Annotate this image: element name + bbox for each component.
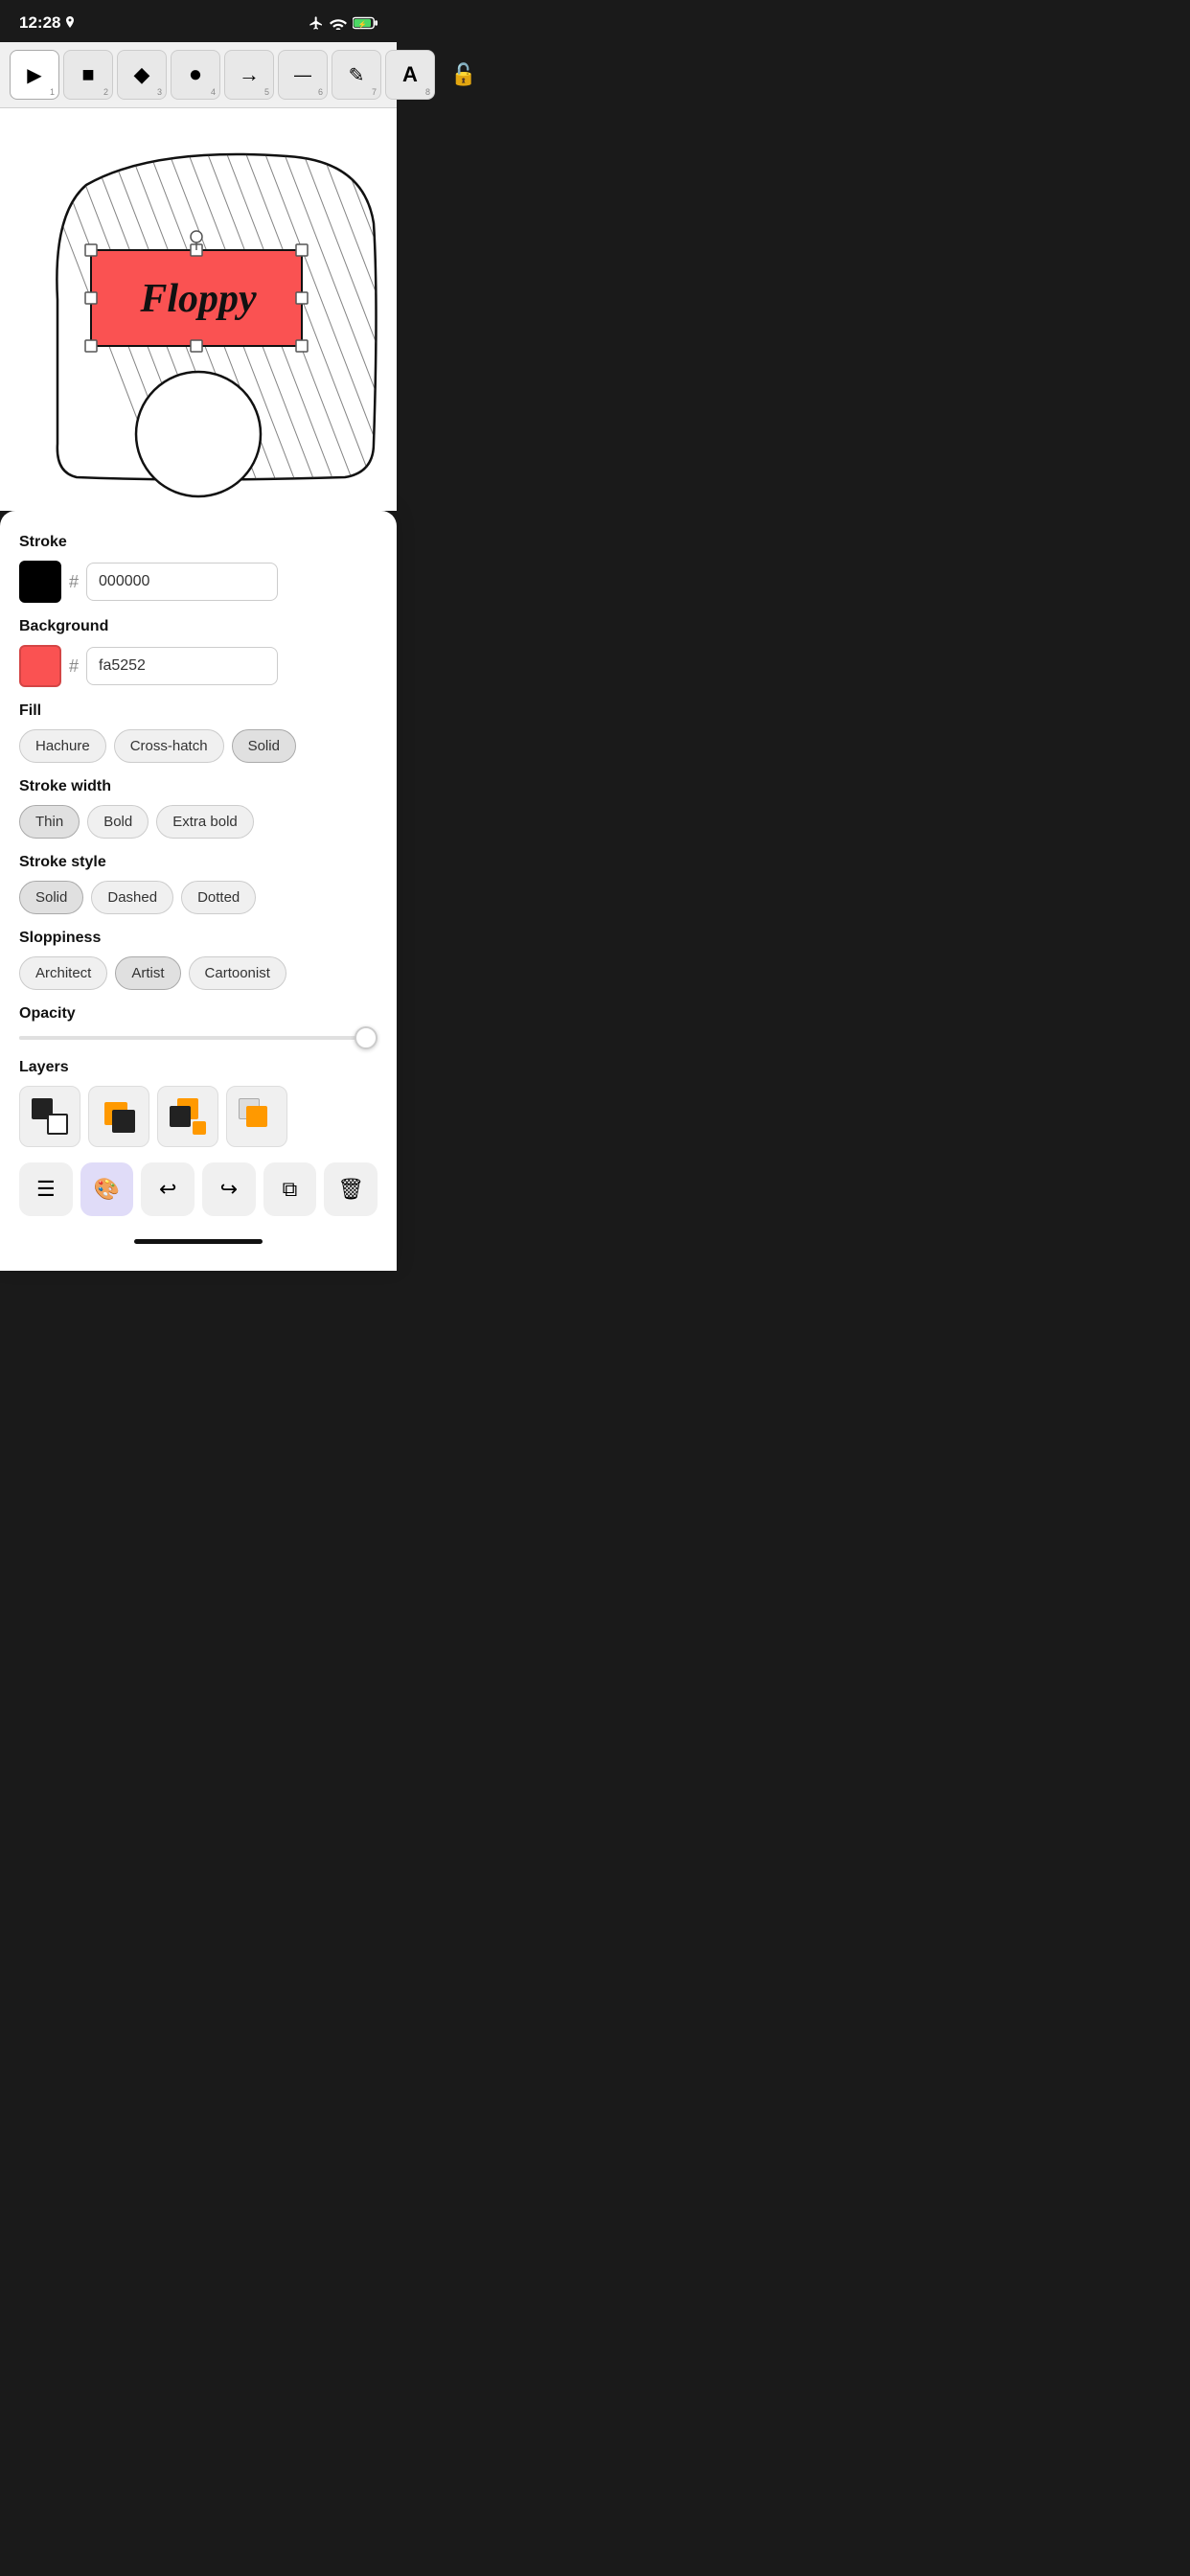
layer-2-icon: [101, 1098, 137, 1135]
svg-text:Floppy: Floppy: [139, 277, 257, 321]
fill-solid[interactable]: Solid: [232, 729, 296, 763]
sloppiness-architect[interactable]: Architect: [19, 956, 107, 990]
status-time: 12:28: [19, 13, 76, 33]
layer-1[interactable]: [19, 1086, 80, 1147]
sloppiness-options: Architect Artist Cartoonist: [19, 956, 378, 990]
stroke-color-input[interactable]: [86, 563, 278, 601]
redo-button[interactable]: ↪: [202, 1162, 256, 1216]
home-bar: [134, 1239, 263, 1244]
diamond-icon: ◆: [134, 62, 150, 87]
stroke-dashed[interactable]: Dashed: [91, 881, 173, 914]
background-hash: #: [69, 656, 79, 677]
line-icon: —: [294, 65, 311, 85]
tool-num-3: 3: [157, 87, 162, 97]
sloppiness-cartoonist[interactable]: Cartoonist: [189, 956, 286, 990]
layers-label: Layers: [19, 1059, 378, 1076]
tool-diamond[interactable]: ◆ 3: [117, 50, 167, 100]
stroke-width-label: Stroke width: [19, 778, 378, 795]
wifi-icon: [330, 16, 347, 30]
layer-1-icon: [32, 1098, 68, 1135]
sloppiness-artist[interactable]: Artist: [115, 956, 180, 990]
layer-4[interactable]: [226, 1086, 287, 1147]
layer-2[interactable]: [88, 1086, 149, 1147]
stroke-dotted[interactable]: Dotted: [181, 881, 256, 914]
duplicate-button[interactable]: ⧉: [263, 1162, 317, 1216]
layer-3[interactable]: [157, 1086, 218, 1147]
tool-num-4: 4: [211, 87, 216, 97]
background-color-input[interactable]: [86, 647, 278, 685]
tool-pen[interactable]: ✎ 7: [332, 50, 381, 100]
select-icon: ▶: [27, 63, 41, 87]
svg-text:⚡: ⚡: [358, 20, 367, 29]
stroke-color-row: #: [19, 561, 378, 603]
properties-panel: Stroke # Background # Fill Hachure Cross…: [0, 511, 397, 1271]
toolbar: ▶ 1 ■ 2 ◆ 3 ● 4 → 5 — 6 ✎ 7 A 8 🔓: [0, 42, 397, 108]
tool-num-2: 2: [103, 87, 108, 97]
location-icon: [64, 16, 76, 30]
text-icon: A: [402, 62, 418, 87]
background-label: Background: [19, 618, 378, 635]
tool-num-6: 6: [318, 87, 323, 97]
tool-select[interactable]: ▶ 1: [10, 50, 59, 100]
tool-num-8: 8: [425, 87, 430, 97]
tool-num-7: 7: [372, 87, 377, 97]
ellipse-icon: ●: [189, 61, 203, 88]
lock-icon: 🔓: [450, 62, 476, 87]
time-display: 12:28: [19, 13, 60, 33]
status-icons: ⚡: [309, 15, 378, 31]
tool-line[interactable]: — 6: [278, 50, 328, 100]
tool-ellipse[interactable]: ● 4: [171, 50, 220, 100]
sloppiness-label: Sloppiness: [19, 930, 378, 947]
action-bar: ☰ 🎨 ↩ ↪ ⧉ 🗑: [19, 1162, 378, 1216]
arrow-icon: →: [239, 62, 260, 87]
stroke-style-label: Stroke style: [19, 854, 378, 871]
canvas-svg: Floppy: [0, 108, 397, 511]
fill-crosshatch[interactable]: Cross-hatch: [114, 729, 224, 763]
fill-hachure[interactable]: Hachure: [19, 729, 106, 763]
layers-row: [19, 1086, 378, 1147]
layer-3-icon: [170, 1098, 206, 1135]
fill-options: Hachure Cross-hatch Solid: [19, 729, 378, 763]
stroke-bold[interactable]: Bold: [87, 805, 149, 839]
palette-button[interactable]: 🎨: [80, 1162, 134, 1216]
rect-icon: ■: [81, 62, 94, 87]
stroke-label: Stroke: [19, 534, 378, 551]
stroke-width-options: Thin Bold Extra bold: [19, 805, 378, 839]
tool-rect[interactable]: ■ 2: [63, 50, 113, 100]
stroke-hash: #: [69, 572, 79, 592]
tool-lock[interactable]: 🔓: [439, 50, 489, 100]
hamburger-button[interactable]: ☰: [19, 1162, 73, 1216]
stroke-extra-bold[interactable]: Extra bold: [156, 805, 254, 839]
canvas-area[interactable]: Floppy: [0, 108, 397, 511]
opacity-slider-container: [19, 1032, 378, 1040]
undo-button[interactable]: ↩: [141, 1162, 195, 1216]
tool-num-1: 1: [50, 87, 55, 97]
background-color-row: #: [19, 645, 378, 687]
opacity-slider[interactable]: [19, 1036, 378, 1040]
stroke-style-options: Solid Dashed Dotted: [19, 881, 378, 914]
tool-arrow[interactable]: → 5: [224, 50, 274, 100]
tool-num-5: 5: [264, 87, 269, 97]
fill-label: Fill: [19, 702, 378, 720]
stroke-thin[interactable]: Thin: [19, 805, 80, 839]
stroke-solid[interactable]: Solid: [19, 881, 83, 914]
home-indicator: [19, 1231, 378, 1252]
opacity-label: Opacity: [19, 1005, 378, 1023]
layer-4-icon: [239, 1098, 275, 1135]
battery-icon: ⚡: [353, 16, 378, 30]
stroke-color-swatch[interactable]: [19, 561, 61, 603]
status-bar: 12:28 ⚡: [0, 0, 397, 42]
pen-icon: ✎: [349, 63, 365, 87]
background-color-swatch[interactable]: [19, 645, 61, 687]
airplane-icon: [309, 15, 324, 31]
tool-text[interactable]: A 8: [385, 50, 435, 100]
delete-button[interactable]: 🗑: [324, 1162, 378, 1216]
